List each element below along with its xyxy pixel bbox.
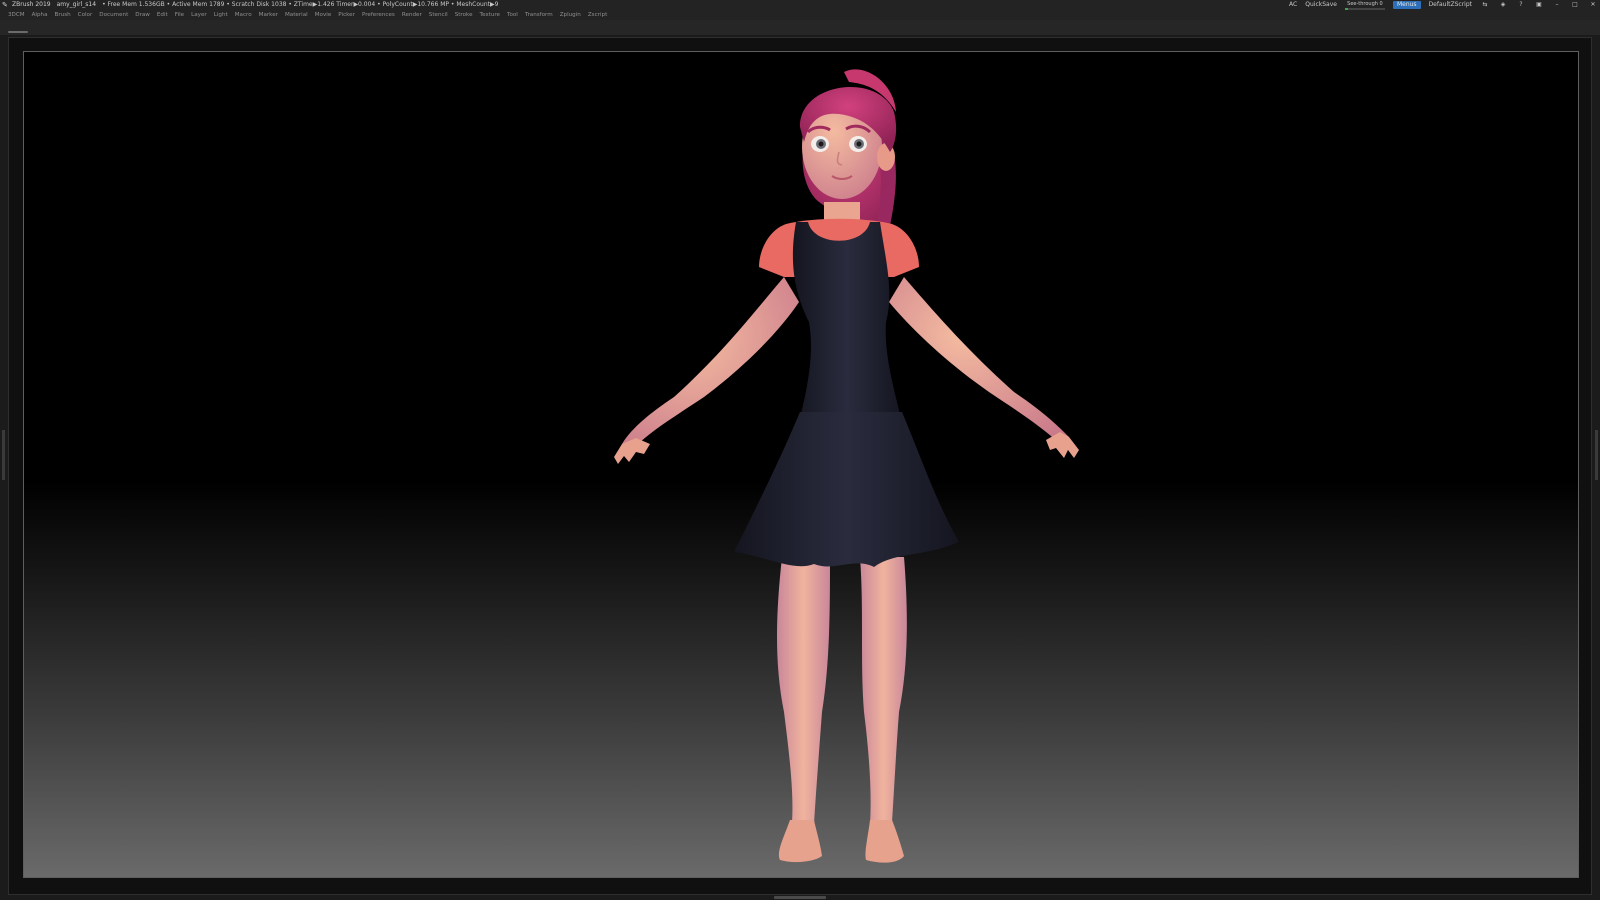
title-bar: ✎ ZBrush 2019 amy_girl_s14 • Free Mem 1.… bbox=[0, 0, 1600, 10]
left-hand bbox=[614, 438, 650, 464]
document-frame bbox=[8, 37, 1592, 895]
left-tray-handle[interactable] bbox=[2, 430, 5, 480]
minimize-icon[interactable]: – bbox=[1552, 0, 1562, 10]
left-arm bbox=[622, 277, 799, 450]
menu-zplugin[interactable]: Zplugin bbox=[560, 12, 581, 18]
left-pupil bbox=[818, 141, 824, 147]
memory-stats: • Free Mem 1.536GB • Active Mem 1789 • S… bbox=[102, 1, 499, 8]
menu-document[interactable]: Document bbox=[99, 12, 128, 18]
right-foot bbox=[865, 820, 904, 863]
menu-stencil[interactable]: Stencil bbox=[429, 12, 448, 18]
layout-icon[interactable]: ⇆ bbox=[1480, 0, 1490, 10]
menu-draw[interactable]: Draw bbox=[135, 12, 150, 18]
bottom-tray bbox=[0, 895, 1600, 900]
right-pupil bbox=[856, 141, 862, 147]
app-title: ZBrush 2019 bbox=[12, 1, 51, 8]
quicksave-button[interactable]: QuickSave bbox=[1305, 0, 1337, 10]
bottom-tray-handle[interactable] bbox=[774, 896, 826, 899]
top-shelf bbox=[0, 20, 1600, 36]
menu-edit[interactable]: Edit bbox=[157, 12, 168, 18]
menu-render[interactable]: Render bbox=[402, 12, 422, 18]
left-foot bbox=[778, 820, 822, 863]
default-script-button[interactable]: DefaultZScript bbox=[1429, 0, 1472, 10]
menu-stroke[interactable]: Stroke bbox=[455, 12, 473, 18]
menu-3dcm[interactable]: 3DCM bbox=[8, 12, 25, 18]
menu-alpha[interactable]: Alpha bbox=[32, 12, 48, 18]
menu-file[interactable]: File bbox=[175, 12, 184, 18]
menu-picker[interactable]: Picker bbox=[338, 12, 355, 18]
menu-transform[interactable]: Transform bbox=[525, 12, 553, 18]
lock-icon[interactable]: ▣ bbox=[1534, 0, 1544, 10]
menu-brush[interactable]: Brush bbox=[55, 12, 71, 18]
menu-material[interactable]: Material bbox=[285, 12, 308, 18]
menu-preferences[interactable]: Preferences bbox=[362, 12, 395, 18]
character-model bbox=[614, 69, 1079, 863]
menu-macro[interactable]: Macro bbox=[235, 12, 252, 18]
palette-icon[interactable]: ◈ bbox=[1498, 0, 1508, 10]
menu-light[interactable]: Light bbox=[214, 12, 228, 18]
right-arm bbox=[889, 277, 1069, 444]
zbrush-logo-icon: ✎ bbox=[2, 1, 8, 9]
menu-bar: 3DCM Alpha Brush Color Document Draw Edi… bbox=[0, 10, 1600, 20]
right-tray-handle[interactable] bbox=[1595, 430, 1598, 480]
menus-button[interactable]: Menus bbox=[1392, 1, 1421, 9]
help-icon[interactable]: ? bbox=[1516, 0, 1526, 10]
ac-button[interactable]: AC bbox=[1289, 0, 1297, 10]
document-name: amy_girl_s14 bbox=[56, 1, 97, 8]
menu-color[interactable]: Color bbox=[78, 12, 93, 18]
menu-tool[interactable]: Tool bbox=[507, 12, 518, 18]
menu-zscript[interactable]: Zscript bbox=[588, 12, 607, 18]
menu-layer[interactable]: Layer bbox=[191, 12, 207, 18]
shelf-grip-handle[interactable] bbox=[8, 31, 28, 33]
left-leg bbox=[777, 557, 830, 824]
right-leg bbox=[860, 557, 907, 824]
menu-movie[interactable]: Movie bbox=[315, 12, 332, 18]
close-icon[interactable]: ✕ bbox=[1588, 0, 1598, 10]
see-through-slider[interactable]: See-through 0 bbox=[1344, 0, 1385, 10]
dress-skirt bbox=[734, 412, 959, 567]
title-bar-right: AC QuickSave See-through 0 Menus Default… bbox=[1289, 0, 1598, 10]
menu-texture[interactable]: Texture bbox=[480, 12, 500, 18]
maximize-icon[interactable]: □ bbox=[1570, 0, 1580, 10]
menu-marker[interactable]: Marker bbox=[259, 12, 278, 18]
viewport-canvas[interactable] bbox=[23, 51, 1579, 878]
see-through-label: See-through 0 bbox=[1347, 0, 1383, 7]
